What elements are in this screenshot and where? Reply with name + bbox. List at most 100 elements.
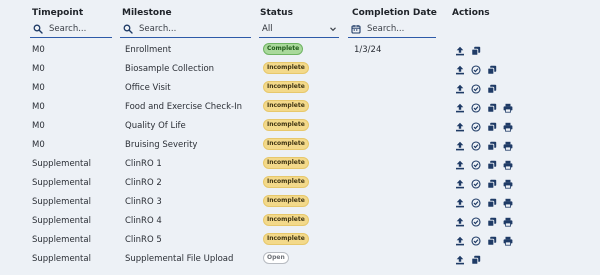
cell-timepoint: Supplemental xyxy=(32,197,91,207)
copy-icon[interactable] xyxy=(487,160,497,170)
header-status: Status xyxy=(260,8,293,18)
copy-icon[interactable] xyxy=(471,46,481,56)
check-circle-icon[interactable] xyxy=(471,121,481,132)
status-badge: Incomplete xyxy=(263,61,309,74)
copy-icon[interactable] xyxy=(487,236,497,246)
copy-icon[interactable] xyxy=(487,217,497,227)
upload-icon[interactable] xyxy=(455,160,465,170)
cell-milestone: ClinRO 3 xyxy=(125,197,162,207)
status-select-value: All xyxy=(262,23,273,34)
table-row: M0 Bruising Severity Incomplete xyxy=(0,136,600,155)
header-milestone: Milestone xyxy=(122,8,172,18)
print-icon[interactable] xyxy=(503,217,513,227)
cell-timepoint: M0 xyxy=(32,83,45,93)
table-row: M0 Enrollment Complete 1/3/24 xyxy=(0,41,600,60)
table-row: Supplemental ClinRO 3 Incomplete xyxy=(0,193,600,212)
table-row: M0 Office Visit Incomplete xyxy=(0,79,600,98)
upload-icon[interactable] xyxy=(455,141,465,151)
upload-icon[interactable] xyxy=(455,65,465,75)
status-badge: Incomplete xyxy=(263,232,309,245)
upload-icon[interactable] xyxy=(455,103,465,113)
status-badge: Open xyxy=(263,251,289,264)
status-badge: Incomplete xyxy=(263,137,309,150)
copy-icon[interactable] xyxy=(471,255,481,265)
cell-milestone: Enrollment xyxy=(125,45,172,55)
cell-timepoint: M0 xyxy=(32,102,45,112)
table-row: Supplemental ClinRO 5 Incomplete xyxy=(0,231,600,250)
print-icon[interactable] xyxy=(503,236,513,246)
row-actions xyxy=(455,136,519,155)
cell-milestone: Office Visit xyxy=(125,83,171,93)
status-badge: Incomplete xyxy=(263,175,309,188)
print-icon[interactable] xyxy=(503,198,513,208)
copy-icon[interactable] xyxy=(487,198,497,208)
table-row: Supplemental ClinRO 2 Incomplete xyxy=(0,174,600,193)
check-circle-icon[interactable] xyxy=(471,197,481,208)
table-row: Supplemental ClinRO 1 Incomplete xyxy=(0,155,600,174)
row-actions xyxy=(455,231,519,250)
cell-milestone: Food and Exercise Check-In xyxy=(125,102,242,112)
status-select[interactable]: All xyxy=(259,20,339,38)
cell-timepoint: M0 xyxy=(32,45,45,55)
completion-date-filter xyxy=(348,20,436,38)
copy-icon[interactable] xyxy=(487,179,497,189)
upload-icon[interactable] xyxy=(455,217,465,227)
check-circle-icon[interactable] xyxy=(471,102,481,113)
cell-timepoint: Supplemental xyxy=(32,254,91,264)
upload-icon[interactable] xyxy=(455,236,465,246)
check-circle-icon[interactable] xyxy=(471,216,481,227)
search-icon xyxy=(123,24,133,34)
header-actions: Actions xyxy=(452,8,490,18)
calendar-icon xyxy=(351,24,361,34)
cell-completion-date: 1/3/24 xyxy=(354,45,382,55)
check-circle-icon[interactable] xyxy=(471,140,481,151)
cell-timepoint: Supplemental xyxy=(32,178,91,188)
copy-icon[interactable] xyxy=(487,122,497,132)
completion-date-search-input[interactable] xyxy=(361,23,436,34)
check-circle-icon[interactable] xyxy=(471,235,481,246)
copy-icon[interactable] xyxy=(487,84,497,94)
chevron-down-icon xyxy=(329,25,337,33)
cell-timepoint: Supplemental xyxy=(32,159,91,169)
table-row: Supplemental Supplemental File Upload Open xyxy=(0,250,600,269)
copy-icon[interactable] xyxy=(487,65,497,75)
timepoint-search-input[interactable] xyxy=(43,23,112,34)
cell-timepoint: Supplemental xyxy=(32,235,91,245)
copy-icon[interactable] xyxy=(487,141,497,151)
print-icon[interactable] xyxy=(503,103,513,113)
table-row: Supplemental ClinRO 4 Incomplete xyxy=(0,212,600,231)
row-actions xyxy=(455,60,503,79)
upload-icon[interactable] xyxy=(455,84,465,94)
upload-icon[interactable] xyxy=(455,46,465,56)
print-icon[interactable] xyxy=(503,122,513,132)
upload-icon[interactable] xyxy=(455,198,465,208)
row-actions xyxy=(455,117,519,136)
check-circle-icon[interactable] xyxy=(471,159,481,170)
cell-timepoint: Supplemental xyxy=(32,216,91,226)
table-row: M0 Food and Exercise Check-In Incomplete xyxy=(0,98,600,117)
check-circle-icon[interactable] xyxy=(471,64,481,75)
status-badge: Complete xyxy=(263,42,304,55)
milestone-search-input[interactable] xyxy=(133,23,251,34)
status-badge: Incomplete xyxy=(263,118,309,131)
status-badge: Incomplete xyxy=(263,194,309,207)
row-actions xyxy=(455,193,519,212)
check-circle-icon[interactable] xyxy=(471,83,481,94)
print-icon[interactable] xyxy=(503,141,513,151)
print-icon[interactable] xyxy=(503,160,513,170)
upload-icon[interactable] xyxy=(455,179,465,189)
cell-timepoint: M0 xyxy=(32,121,45,131)
check-circle-icon[interactable] xyxy=(471,178,481,189)
header-timepoint: Timepoint xyxy=(32,8,84,18)
row-actions xyxy=(455,79,503,98)
cell-milestone: ClinRO 2 xyxy=(125,178,162,188)
copy-icon[interactable] xyxy=(487,103,497,113)
row-actions xyxy=(455,98,519,117)
row-actions xyxy=(455,212,519,231)
print-icon[interactable] xyxy=(503,179,513,189)
row-actions xyxy=(455,174,519,193)
cell-milestone: Bruising Severity xyxy=(125,140,198,150)
upload-icon[interactable] xyxy=(455,255,465,265)
header-completion-date: Completion Date xyxy=(352,8,437,18)
upload-icon[interactable] xyxy=(455,122,465,132)
